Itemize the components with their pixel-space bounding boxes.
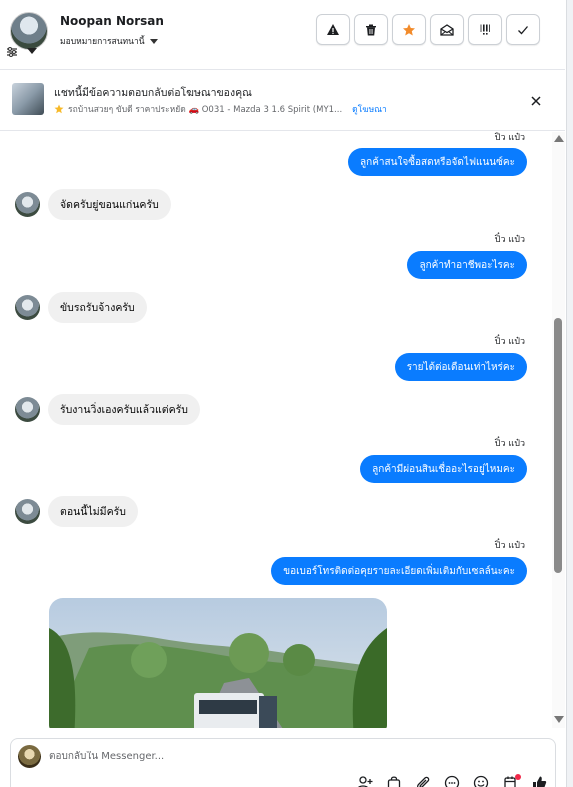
priority-icon <box>480 24 490 35</box>
outgoing-message[interactable]: ลูกค้ามีผ่อนสินเชื่ออะไรอยู่ไหมคะ <box>360 455 527 483</box>
truck-road-photo <box>49 598 387 728</box>
sender-name: ปิ๋ว แป๋ว <box>494 439 525 449</box>
message-composer <box>10 738 556 787</box>
follow-up-button[interactable] <box>392 14 426 45</box>
add-contact-icon[interactable] <box>357 775 373 787</box>
message-thread: ปิ๋ว แป๋ว ลูกค้าสนใจซื้อสดหรือจัดไฟแนนซ์… <box>0 132 565 728</box>
scroll-up-icon[interactable] <box>554 135 564 142</box>
contact-avatar[interactable] <box>15 192 40 217</box>
saved-replies-icon[interactable] <box>444 775 460 787</box>
star-icon <box>54 104 64 114</box>
filter-icon[interactable] <box>6 46 18 61</box>
incoming-message-row: ตอนนี้ไม่มีครับ <box>15 496 138 527</box>
trash-icon <box>366 24 376 35</box>
ad-banner-subtitle: รถบ้านสวยๆ ขับดี ราคาประหยัด 🚗 O031 - Ma… <box>54 102 387 116</box>
outgoing-message[interactable]: รายได้ต่อเดือนเท่าไหร่คะ <box>394 353 527 381</box>
star-icon <box>403 23 415 35</box>
outgoing-message[interactable]: ลูกค้าสนใจซื้อสดหรือจัดไฟแนนซ์คะ <box>348 148 527 176</box>
incoming-message[interactable]: ขับรถรับจ้างครับ <box>48 292 147 323</box>
shopping-bag-icon[interactable] <box>386 775 402 787</box>
contact-avatar[interactable] <box>15 295 40 320</box>
warning-icon <box>327 23 339 35</box>
scroll-down-icon[interactable] <box>554 716 564 723</box>
close-icon[interactable] <box>528 93 544 109</box>
incoming-message[interactable]: ตอนนี้ไม่มีครับ <box>48 496 138 527</box>
chevron-down-icon[interactable] <box>27 48 37 54</box>
sender-name: ปิ๋ว แป๋ว <box>494 541 525 551</box>
attachment-icon[interactable] <box>415 775 431 787</box>
ad-thumbnail[interactable] <box>12 83 44 115</box>
emoji-icon[interactable] <box>473 775 489 787</box>
page-avatar <box>18 745 41 768</box>
sender-name: ปิ๋ว แป๋ว <box>494 337 525 347</box>
notification-dot <box>515 774 521 780</box>
reply-input[interactable] <box>49 751 349 762</box>
incoming-message-row: จัดครับยู่ขอนแก่นครับ <box>15 189 171 220</box>
chevron-down-icon <box>149 38 158 44</box>
mark-unread-button[interactable] <box>430 14 464 45</box>
scrollbar-thumb[interactable] <box>554 318 562 573</box>
view-ad-link[interactable]: ดูโฆษณา <box>352 102 387 116</box>
spam-button[interactable] <box>316 14 350 45</box>
contact-name[interactable]: Noopan Norsan <box>60 14 164 28</box>
mark-done-button[interactable] <box>506 14 540 45</box>
check-icon <box>518 25 528 34</box>
assign-conversation-dropdown[interactable]: มอบหมายการสนทนานี้ <box>60 34 158 48</box>
sender-name: ปิ๋ว แป๋ว <box>494 133 525 143</box>
delete-button[interactable] <box>354 14 388 45</box>
thumbs-up-icon[interactable] <box>531 775 547 787</box>
priority-button[interactable] <box>468 14 502 45</box>
ad-subtitle-text: รถบ้านสวยๆ ขับดี ราคาประหยัด 🚗 O031 - Ma… <box>68 105 343 115</box>
outgoing-message[interactable]: ขอเบอร์โทรติดต่อคุยรายละเอียดเพิ่มเติมกั… <box>271 557 527 585</box>
sender-name: ปิ๋ว แป๋ว <box>494 235 525 245</box>
contact-avatar[interactable] <box>15 499 40 524</box>
envelope-open-icon <box>440 23 454 36</box>
incoming-message-row: รับงานวิ่งเองครับแล้วแต่ครับ <box>15 394 200 425</box>
incoming-message[interactable]: รับงานวิ่งเองครับแล้วแต่ครับ <box>48 394 200 425</box>
outgoing-message[interactable]: ลูกค้าทำอาชีพอะไรคะ <box>407 251 527 279</box>
conversation-actions <box>316 14 540 45</box>
contact-avatar[interactable] <box>10 12 48 50</box>
conversation-header: Noopan Norsan มอบหมายการสนทนานี้ <box>0 0 573 68</box>
panel-divider <box>566 0 573 787</box>
shared-photo[interactable] <box>49 598 387 728</box>
incoming-message-row: ขับรถรับจ้างครับ <box>15 292 147 323</box>
ad-banner-title: แชทนี้มีข้อความตอบกลับต่อโฆษณาของคุณ <box>54 87 252 99</box>
contact-avatar[interactable] <box>15 397 40 422</box>
assign-label: มอบหมายการสนทนานี้ <box>60 37 145 47</box>
ad-reply-banner: แชทนี้มีข้อความตอบกลับต่อโฆษณาของคุณ รถบ… <box>0 69 565 131</box>
incoming-message[interactable]: จัดครับยู่ขอนแก่นครับ <box>48 189 171 220</box>
